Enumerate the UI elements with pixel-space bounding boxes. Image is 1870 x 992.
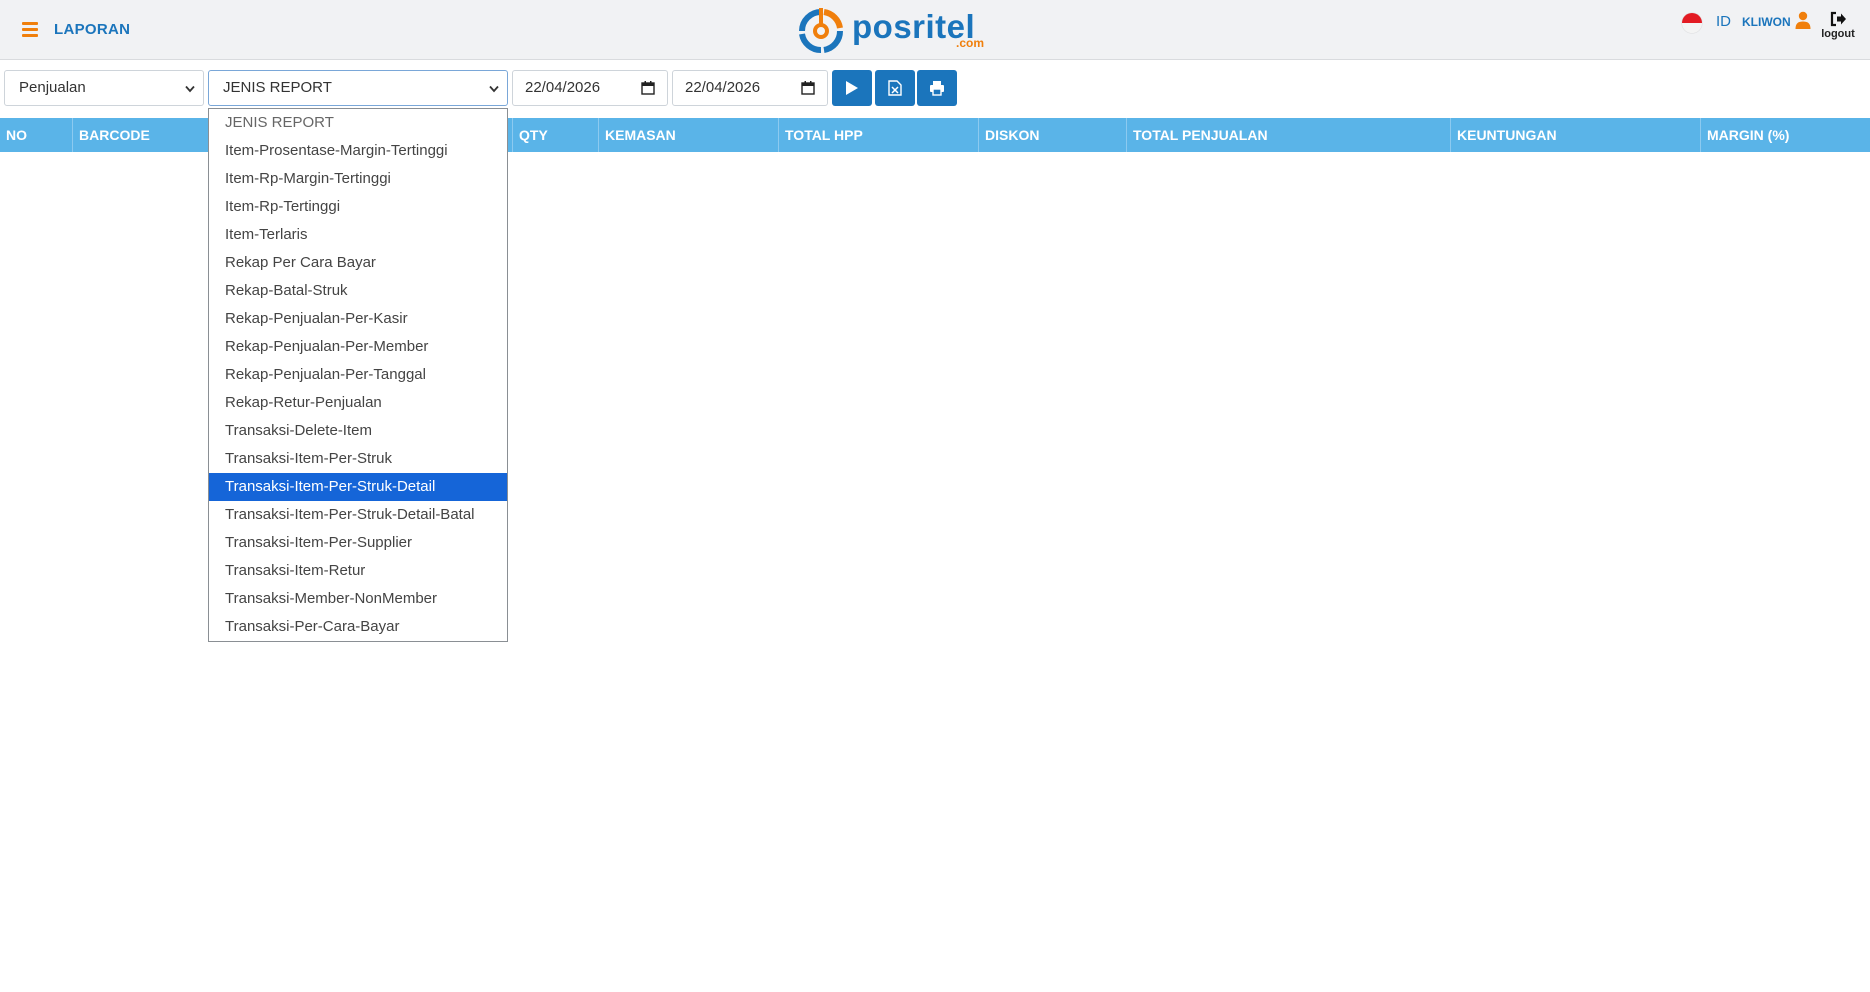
calendar-icon[interactable] xyxy=(641,81,655,95)
report-type-dropdown-list: JENIS REPORT Item-Prosentase-Margin-Tert… xyxy=(208,108,508,642)
date-from-input[interactable]: 22/04/2026 xyxy=(512,70,668,106)
column-header-margin[interactable]: MARGIN (%) xyxy=(1701,118,1870,152)
dropdown-option[interactable]: Item-Prosentase-Margin-Tertinggi xyxy=(209,137,507,165)
dropdown-option[interactable]: Rekap-Penjualan-Per-Tanggal xyxy=(209,361,507,389)
dropdown-option[interactable]: Rekap Per Cara Bayar xyxy=(209,249,507,277)
dropdown-option[interactable]: Transaksi-Member-NonMember xyxy=(209,585,507,613)
dropdown-option[interactable]: Transaksi-Item-Per-Struk-Detail-Batal xyxy=(209,501,507,529)
excel-file-icon xyxy=(888,80,902,96)
report-type-select[interactable]: JENIS REPORT xyxy=(208,70,508,106)
column-header-total-hpp[interactable]: TOTAL HPP xyxy=(779,118,979,152)
chevron-down-icon xyxy=(185,85,195,93)
dropdown-option[interactable]: Item-Rp-Margin-Tertinggi xyxy=(209,165,507,193)
top-header: LAPORAN posritel .com ID KLIWON logout xyxy=(0,0,1870,60)
language-switch[interactable]: ID xyxy=(1716,13,1731,30)
column-header-kemasan[interactable]: KEMASAN xyxy=(599,118,779,152)
user-icon[interactable] xyxy=(1795,11,1811,29)
date-to-input[interactable]: 22/04/2026 xyxy=(672,70,828,106)
dropdown-option[interactable]: Rekap-Penjualan-Per-Member xyxy=(209,333,507,361)
date-from-value: 22/04/2026 xyxy=(525,79,601,96)
report-type-select-value: JENIS REPORT xyxy=(223,79,332,96)
username: KLIWON xyxy=(1742,15,1791,29)
export-excel-button[interactable] xyxy=(875,70,915,106)
dropdown-option[interactable]: Transaksi-Item-Per-Supplier xyxy=(209,529,507,557)
category-select-value: Penjualan xyxy=(19,79,86,96)
dropdown-option[interactable]: Transaksi-Delete-Item xyxy=(209,417,507,445)
dropdown-option[interactable]: Rekap-Retur-Penjualan xyxy=(209,389,507,417)
page-title: LAPORAN xyxy=(54,21,131,38)
print-button[interactable] xyxy=(917,70,957,106)
dropdown-option-highlighted[interactable]: Transaksi-Item-Per-Struk-Detail xyxy=(209,473,507,501)
logout-label: logout xyxy=(1821,28,1855,40)
chevron-down-icon xyxy=(489,85,499,93)
dropdown-option[interactable]: Item-Terlaris xyxy=(209,221,507,249)
dropdown-option[interactable]: Rekap-Penjualan-Per-Kasir xyxy=(209,305,507,333)
dropdown-option[interactable]: Transaksi-Item-Retur xyxy=(209,557,507,585)
play-icon xyxy=(846,81,858,95)
column-header-no[interactable]: NO xyxy=(0,118,73,152)
column-header-keuntungan[interactable]: KEUNTUNGAN xyxy=(1451,118,1701,152)
indonesia-flag-icon[interactable] xyxy=(1682,13,1702,33)
dropdown-option[interactable]: JENIS REPORT xyxy=(209,109,507,137)
dropdown-option[interactable]: Transaksi-Per-Cara-Bayar xyxy=(209,613,507,641)
category-select[interactable]: Penjualan xyxy=(4,70,204,106)
logo: posritel .com xyxy=(796,6,992,56)
logo-suffix: .com xyxy=(956,36,985,50)
dropdown-option[interactable]: Transaksi-Item-Per-Struk xyxy=(209,445,507,473)
logout-button[interactable]: logout xyxy=(1818,11,1858,45)
logo-icon xyxy=(799,8,844,54)
column-header-total-penjualan[interactable]: TOTAL PENJUALAN xyxy=(1127,118,1451,152)
column-header-diskon[interactable]: DISKON xyxy=(979,118,1127,152)
run-report-button[interactable] xyxy=(832,70,872,106)
dropdown-option[interactable]: Rekap-Batal-Struk xyxy=(209,277,507,305)
print-icon xyxy=(930,81,944,96)
calendar-icon[interactable] xyxy=(801,81,815,95)
menu-icon[interactable] xyxy=(22,22,38,37)
column-header-qty[interactable]: QTY xyxy=(513,118,599,152)
date-to-value: 22/04/2026 xyxy=(685,79,761,96)
dropdown-option[interactable]: Item-Rp-Tertinggi xyxy=(209,193,507,221)
logout-icon xyxy=(1830,11,1846,27)
